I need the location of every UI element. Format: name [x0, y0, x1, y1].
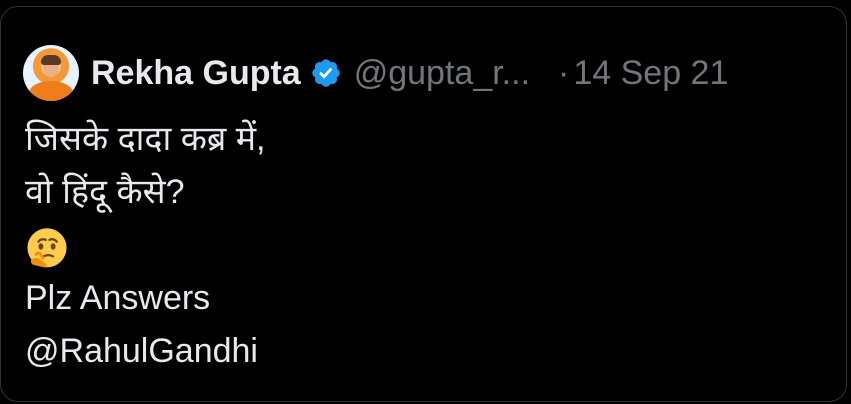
tweet-line-hindi-2: वो हिंदू कैसे? [25, 173, 185, 211]
avatar-robe [29, 81, 73, 101]
tweet-line-question: Plz Answers [25, 279, 211, 317]
emoji-line [25, 219, 266, 272]
separator-dot: · [558, 54, 570, 92]
verified-badge-icon [312, 59, 340, 87]
tweet-header: Rekha Gupta @gupta_r... · 14 Sep 21 [23, 45, 843, 101]
tweet-card[interactable]: Rekha Gupta @gupta_r... · 14 Sep 21 जिसक… [0, 6, 847, 402]
thinking-face-icon [27, 228, 67, 268]
avatar-hair [41, 55, 61, 65]
tweet-date[interactable]: 14 Sep 21 [573, 45, 728, 101]
tweet-text: जिसके दादा कब्र में, वो हिंदू कैसे? Plz … [25, 113, 266, 378]
author-name[interactable]: Rekha Gupta [91, 45, 301, 101]
tweet-mention[interactable]: @RahulGandhi [25, 325, 266, 378]
author-handle[interactable]: @gupta_r... [354, 45, 530, 101]
avatar[interactable] [23, 45, 79, 101]
tweet-line-hindi-1: जिसके दादा कब्र में, [25, 120, 266, 158]
